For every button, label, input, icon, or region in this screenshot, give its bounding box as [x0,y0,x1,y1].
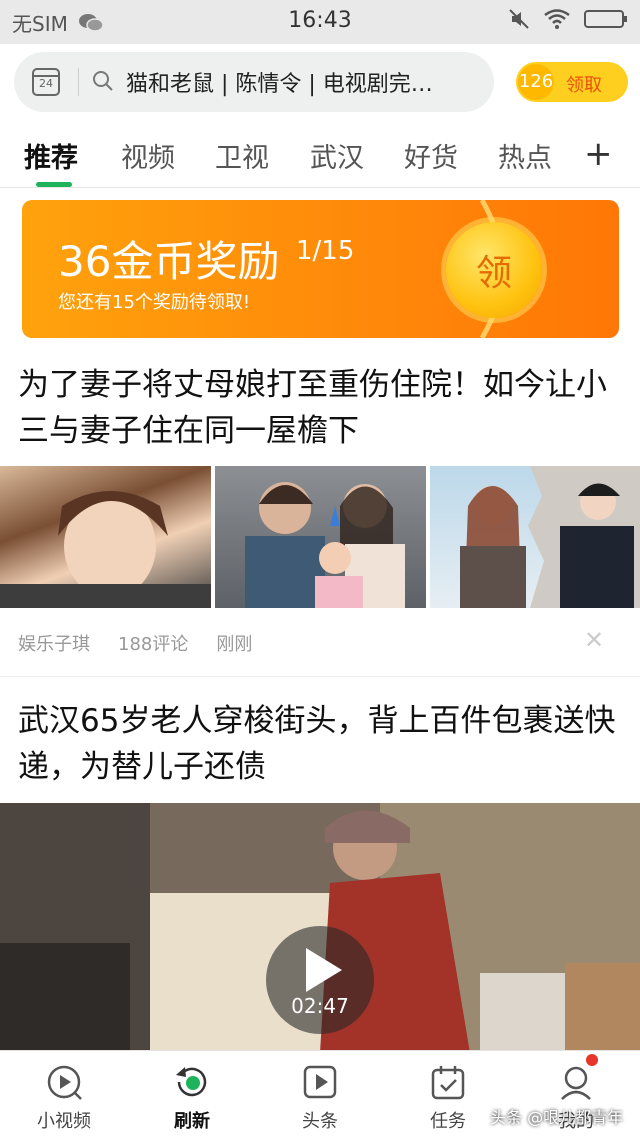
article-thumbnail[interactable] [430,466,640,608]
article-divider [0,676,640,677]
calendar-day: 24 [39,77,53,90]
notification-dot [586,1054,598,1066]
tab-satellite-tv[interactable]: 卫视 [215,136,269,175]
add-tab-icon[interactable]: + [584,134,613,174]
nav-short-video[interactable]: 小视频 [0,1051,128,1139]
task-calendar-icon [431,1066,465,1100]
short-video-icon [47,1065,82,1100]
banner-title: 36金币奖励 [58,237,280,286]
tab-wuhan[interactable]: 武汉 [310,136,364,175]
article-comments[interactable]: 188评论 [118,630,188,656]
nav-label: 刷新 [174,1111,210,1132]
profile-icon [561,1066,591,1100]
couple-photo-image [460,466,640,608]
mute-icon [509,9,529,29]
tab-video[interactable]: 视频 [121,136,175,175]
tab-recommend[interactable]: 推荐 [24,136,78,175]
article-thumbnail[interactable] [0,466,211,608]
tabs-divider [0,187,640,188]
article-time: 刚刚 [216,634,253,655]
tab-good-deals[interactable]: 好货 [404,136,458,175]
article-thumbnail[interactable] [215,466,426,608]
watermark: 头条 @哏儿都青年 [490,1108,624,1127]
refresh-icon [176,1067,207,1097]
coin-count-badge: 126 [518,64,554,100]
headline-video-icon [303,1065,337,1099]
search-hint[interactable]: 猫和老鼠 | 陈情令 | 电视剧完… [126,66,476,98]
nav-label: 小视频 [37,1111,91,1132]
nav-refresh[interactable]: 刷新 [128,1051,256,1139]
banner-subtitle: 您还有15个奖励待领取! [58,292,251,313]
nav-label: 头条 [302,1111,338,1132]
article-title[interactable]: 为了妻子将丈母娘打至重伤住院！如今让小三与妻子住在同一屋檐下 [18,362,622,454]
tab-hot[interactable]: 热点 [498,136,552,175]
claim-coin-label[interactable]: 领 [446,244,542,296]
article-meta: 娱乐子琪 188评论 刚刚 [18,630,252,656]
article-title[interactable]: 武汉65岁老人穿梭街头，背上百件包裹送快递，为替儿子还债 [18,698,622,790]
category-tabs: 推荐 视频 卫视 武汉 好货 热点 [0,126,640,186]
coin-claim-label[interactable]: 领取 [566,71,602,97]
article-source[interactable]: 娱乐子琪 [18,630,90,656]
status-right [508,8,628,30]
nav-headlines[interactable]: 头条 [256,1051,384,1139]
portrait-image [0,491,211,608]
battery-icon [584,10,627,28]
banner-progress: 1/15 [296,236,355,266]
calendar-icon[interactable]: 24 [32,68,60,96]
video-duration: 02:47 [291,994,349,1018]
search-divider [78,68,79,96]
wifi-icon [544,9,570,29]
family-photo-image [245,482,405,608]
dismiss-icon[interactable]: ✕ [584,626,604,654]
search-icon [93,71,113,91]
